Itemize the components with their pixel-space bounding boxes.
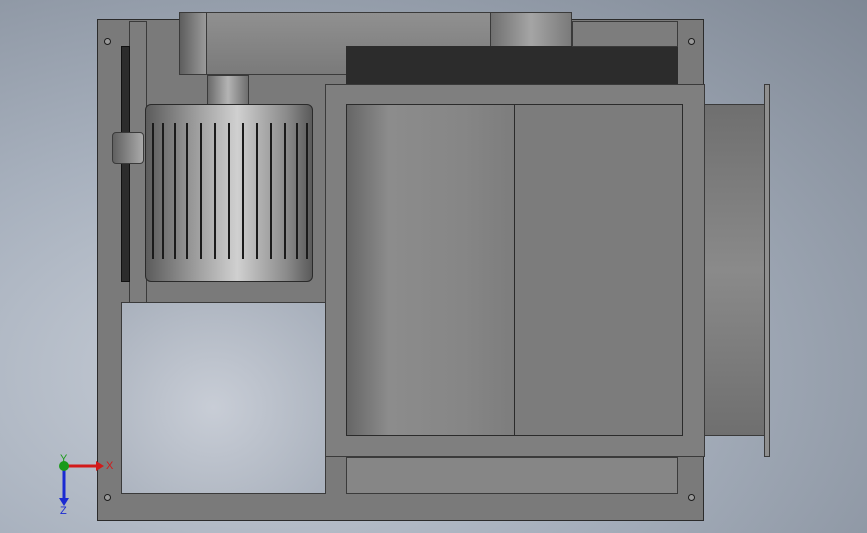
x-axis-head [96, 461, 104, 471]
mount-bolt [104, 38, 111, 45]
upper-rail [572, 21, 678, 47]
fan-box-door-right [514, 104, 683, 436]
upper-opening [346, 46, 678, 84]
lower-left-opening [121, 302, 326, 494]
outlet-flange [764, 84, 770, 457]
motor-end-cap [112, 132, 144, 164]
bottom-rail [346, 457, 678, 494]
y-label: Y [60, 453, 68, 465]
electric-motor [145, 104, 313, 282]
motor-shaft [207, 75, 249, 105]
mount-bolt [688, 494, 695, 501]
left-slot [121, 46, 130, 282]
z-label: Z [60, 505, 67, 516]
coordinate-triad: X Y Z [59, 453, 114, 516]
mount-bolt [688, 38, 695, 45]
outlet-duct [704, 104, 767, 436]
fan-box-door-left [346, 104, 515, 436]
belt-pulley-left [179, 12, 207, 75]
x-label: X [106, 460, 114, 472]
